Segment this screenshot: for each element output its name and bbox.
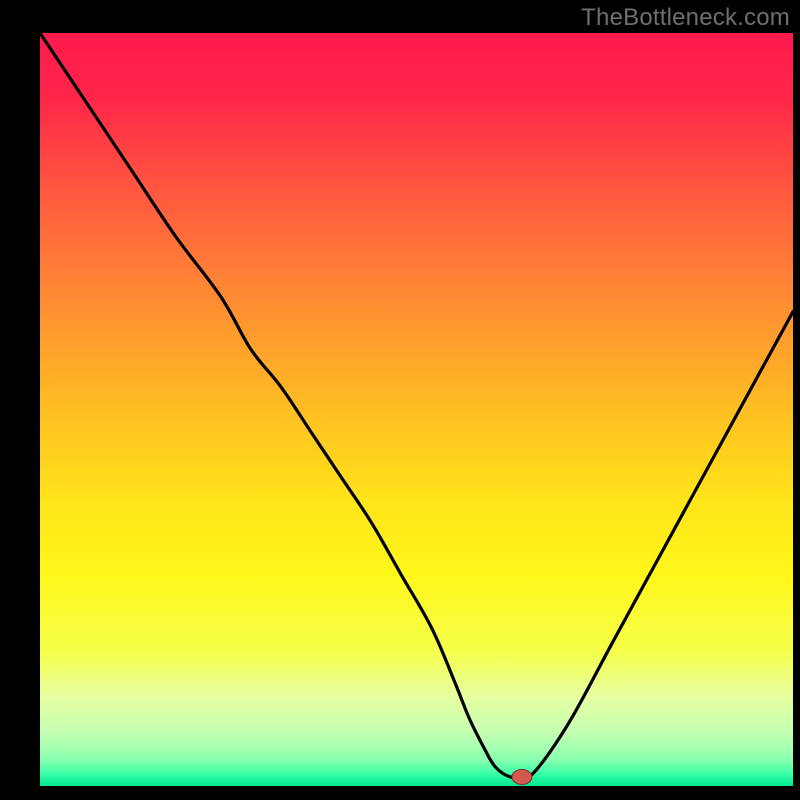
chart-frame: TheBottleneck.com (0, 0, 800, 800)
gradient-background (40, 33, 793, 786)
plot-area (40, 33, 793, 786)
optimum-marker (512, 769, 532, 784)
chart-svg (40, 33, 793, 786)
watermark-text: TheBottleneck.com (581, 4, 790, 32)
